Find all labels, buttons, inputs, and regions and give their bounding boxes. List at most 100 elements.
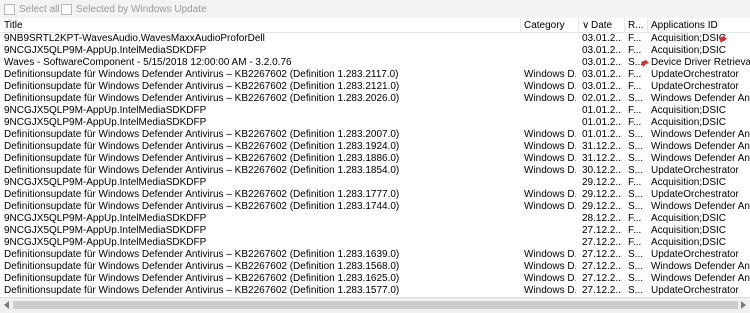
row-title: Definitionsupdate für Windows Defender A…	[4, 69, 399, 80]
row-title: 9NCGJX5QLP9M-AppUp.IntelMediaSDKDFP	[4, 45, 207, 56]
row-title: Definitionsupdate für Windows Defender A…	[4, 285, 400, 296]
row-applications-id: Acquisition;DSIC	[651, 45, 727, 56]
table-row[interactable]: 9NCGJX5QLP9M-AppUp.IntelMediaSDKDFP 27.12…	[0, 225, 750, 237]
row-date: 31.12.2...	[582, 153, 622, 164]
scrollbar-thumb[interactable]	[13, 301, 738, 309]
row-applications-id: Windows Defender Antiv	[651, 141, 750, 152]
row-applications-id: Acquisition;DSIC	[651, 213, 727, 224]
scroll-right-arrow-icon[interactable]	[741, 301, 746, 309]
row-applications-id: Windows Defender Antiv	[651, 261, 750, 272]
row-date: 03.01.2...	[582, 69, 622, 80]
table-row[interactable]: Definitionsupdate für Windows Defender A…	[0, 165, 750, 177]
sort-indicator-icon: ∨	[582, 20, 590, 31]
table-row[interactable]: Definitionsupdate für Windows Defender A…	[0, 273, 750, 285]
row-title: Definitionsupdate für Windows Defender A…	[4, 81, 400, 92]
column-divider[interactable]	[624, 18, 625, 32]
table-row[interactable]: Definitionsupdate für Windows Defender A…	[0, 81, 750, 93]
row-date: 03.01.2...	[582, 33, 622, 44]
table-row[interactable]: Definitionsupdate für Windows Defender A…	[0, 285, 750, 297]
table-row[interactable]: Definitionsupdate für Windows Defender A…	[0, 129, 750, 141]
table-row[interactable]: 9NCGJX5QLP9M-AppUp.IntelMediaSDKDFP 03.01…	[0, 45, 750, 57]
column-divider[interactable]	[520, 18, 521, 32]
rows-container: 9NB9SRTL2KPT-WavesAudio.WavesMaxxAudioPr…	[0, 33, 750, 297]
row-result: S...	[628, 165, 644, 176]
horizontal-scrollbar[interactable]	[0, 297, 750, 313]
row-date: 03.01.2...	[582, 57, 622, 68]
row-category: Windows D...	[524, 129, 576, 140]
row-applications-id: UpdateOrchestrator	[651, 189, 739, 200]
column-header-date[interactable]: Date	[591, 20, 612, 31]
row-title: 9NCGJX5QLP9M-AppUp.IntelMediaSDKDFP	[4, 177, 207, 188]
row-date: 29.12.2...	[582, 201, 622, 212]
table-row[interactable]: 9NCGJX5QLP9M-AppUp.IntelMediaSDKDFP 01.01…	[0, 117, 750, 129]
row-title: Definitionsupdate für Windows Defender A…	[4, 261, 400, 272]
column-divider[interactable]	[647, 18, 648, 32]
row-date: 31.12.2...	[582, 141, 622, 152]
row-category: Windows D...	[524, 93, 576, 104]
column-header-category[interactable]: Category	[524, 20, 565, 31]
table-row[interactable]: Definitionsupdate für Windows Defender A…	[0, 93, 750, 105]
table-row[interactable]: Definitionsupdate für Windows Defender A…	[0, 153, 750, 165]
pin-icon	[641, 60, 649, 67]
row-result: F...	[628, 33, 642, 44]
table-row[interactable]: 9NCGJX5QLP9M-AppUp.IntelMediaSDKDFP 28.12…	[0, 213, 750, 225]
row-date: 27.12.2...	[582, 273, 622, 284]
row-applications-id: Acquisition;DSIC	[651, 237, 727, 248]
row-category	[524, 237, 576, 249]
row-title: 9NCGJX5QLP9M-AppUp.IntelMediaSDKDFP	[4, 105, 207, 116]
table-row[interactable]: Definitionsupdate für Windows Defender A…	[0, 261, 750, 273]
row-category	[524, 225, 576, 237]
row-category: Windows D...	[524, 285, 576, 296]
row-date: 01.01.2...	[582, 129, 622, 140]
row-result: S...	[628, 201, 644, 212]
column-header-title[interactable]: Title	[4, 20, 23, 31]
row-category	[524, 45, 576, 57]
row-applications-id: UpdateOrchestrator	[651, 249, 739, 260]
checkbox-box[interactable]	[4, 4, 15, 15]
row-applications-id: UpdateOrchestrator	[651, 285, 739, 296]
column-header-applications-id[interactable]: Applications ID	[651, 20, 718, 31]
row-applications-id: Windows Defender Antiv	[651, 129, 750, 140]
table-row[interactable]: 9NB9SRTL2KPT-WavesAudio.WavesMaxxAudioPr…	[0, 33, 750, 45]
table-row[interactable]: 9NCGJX5QLP9M-AppUp.IntelMediaSDKDFP 29.12…	[0, 177, 750, 189]
row-result: S...	[628, 261, 644, 272]
row-category: Windows D...	[524, 273, 576, 284]
row-category	[524, 57, 576, 69]
row-result: S...	[628, 129, 644, 140]
table-row[interactable]: Definitionsupdate für Windows Defender A…	[0, 69, 750, 81]
table-row[interactable]: 9NCGJX5QLP9M-AppUp.IntelMediaSDKDFP 01.01…	[0, 105, 750, 117]
row-date: 27.12.2...	[582, 261, 622, 272]
row-title: Definitionsupdate für Windows Defender A…	[4, 93, 400, 104]
column-divider[interactable]	[578, 18, 579, 32]
row-title: Waves - SoftwareComponent - 5/15/2018 12…	[4, 57, 292, 68]
row-result: S...	[628, 285, 644, 296]
row-date: 27.12.2...	[582, 225, 622, 236]
row-applications-id: Acquisition;DSIC	[651, 33, 727, 44]
row-result: F...	[628, 69, 642, 80]
row-result: F...	[628, 225, 642, 236]
row-title: Definitionsupdate für Windows Defender A…	[4, 273, 400, 284]
row-category: Windows D...	[524, 165, 576, 176]
select-all-checkbox[interactable]: Select all	[4, 4, 60, 15]
row-date: 03.01.2...	[582, 45, 622, 56]
column-header-r[interactable]: R...	[628, 20, 644, 31]
row-date: 27.12.2...	[582, 237, 622, 248]
scroll-left-arrow-icon[interactable]	[4, 301, 9, 309]
row-category: Windows D...	[524, 201, 576, 212]
row-applications-id: Windows Defender Antiv	[651, 153, 750, 164]
row-category: Windows D...	[524, 261, 576, 272]
table-row[interactable]: Waves - SoftwareComponent - 5/15/2018 12…	[0, 57, 750, 69]
table-row[interactable]: Definitionsupdate für Windows Defender A…	[0, 249, 750, 261]
selected-by-windows-update-checkbox[interactable]: Selected by Windows Update	[61, 4, 207, 15]
row-title: 9NCGJX5QLP9M-AppUp.IntelMediaSDKDFP	[4, 237, 207, 248]
row-title: Definitionsupdate für Windows Defender A…	[4, 129, 400, 140]
table-row[interactable]: Definitionsupdate für Windows Defender A…	[0, 201, 750, 213]
checkbox-box[interactable]	[61, 4, 72, 15]
table-row[interactable]: Definitionsupdate für Windows Defender A…	[0, 189, 750, 201]
table-row[interactable]: 9NCGJX5QLP9M-AppUp.IntelMediaSDKDFP 27.12…	[0, 237, 750, 249]
table-row[interactable]: Definitionsupdate für Windows Defender A…	[0, 141, 750, 153]
row-title: 9NCGJX5QLP9M-AppUp.IntelMediaSDKDFP	[4, 213, 207, 224]
row-category	[524, 105, 576, 117]
row-title: Definitionsupdate für Windows Defender A…	[4, 153, 400, 164]
row-applications-id: UpdateOrchestrator	[651, 69, 739, 80]
